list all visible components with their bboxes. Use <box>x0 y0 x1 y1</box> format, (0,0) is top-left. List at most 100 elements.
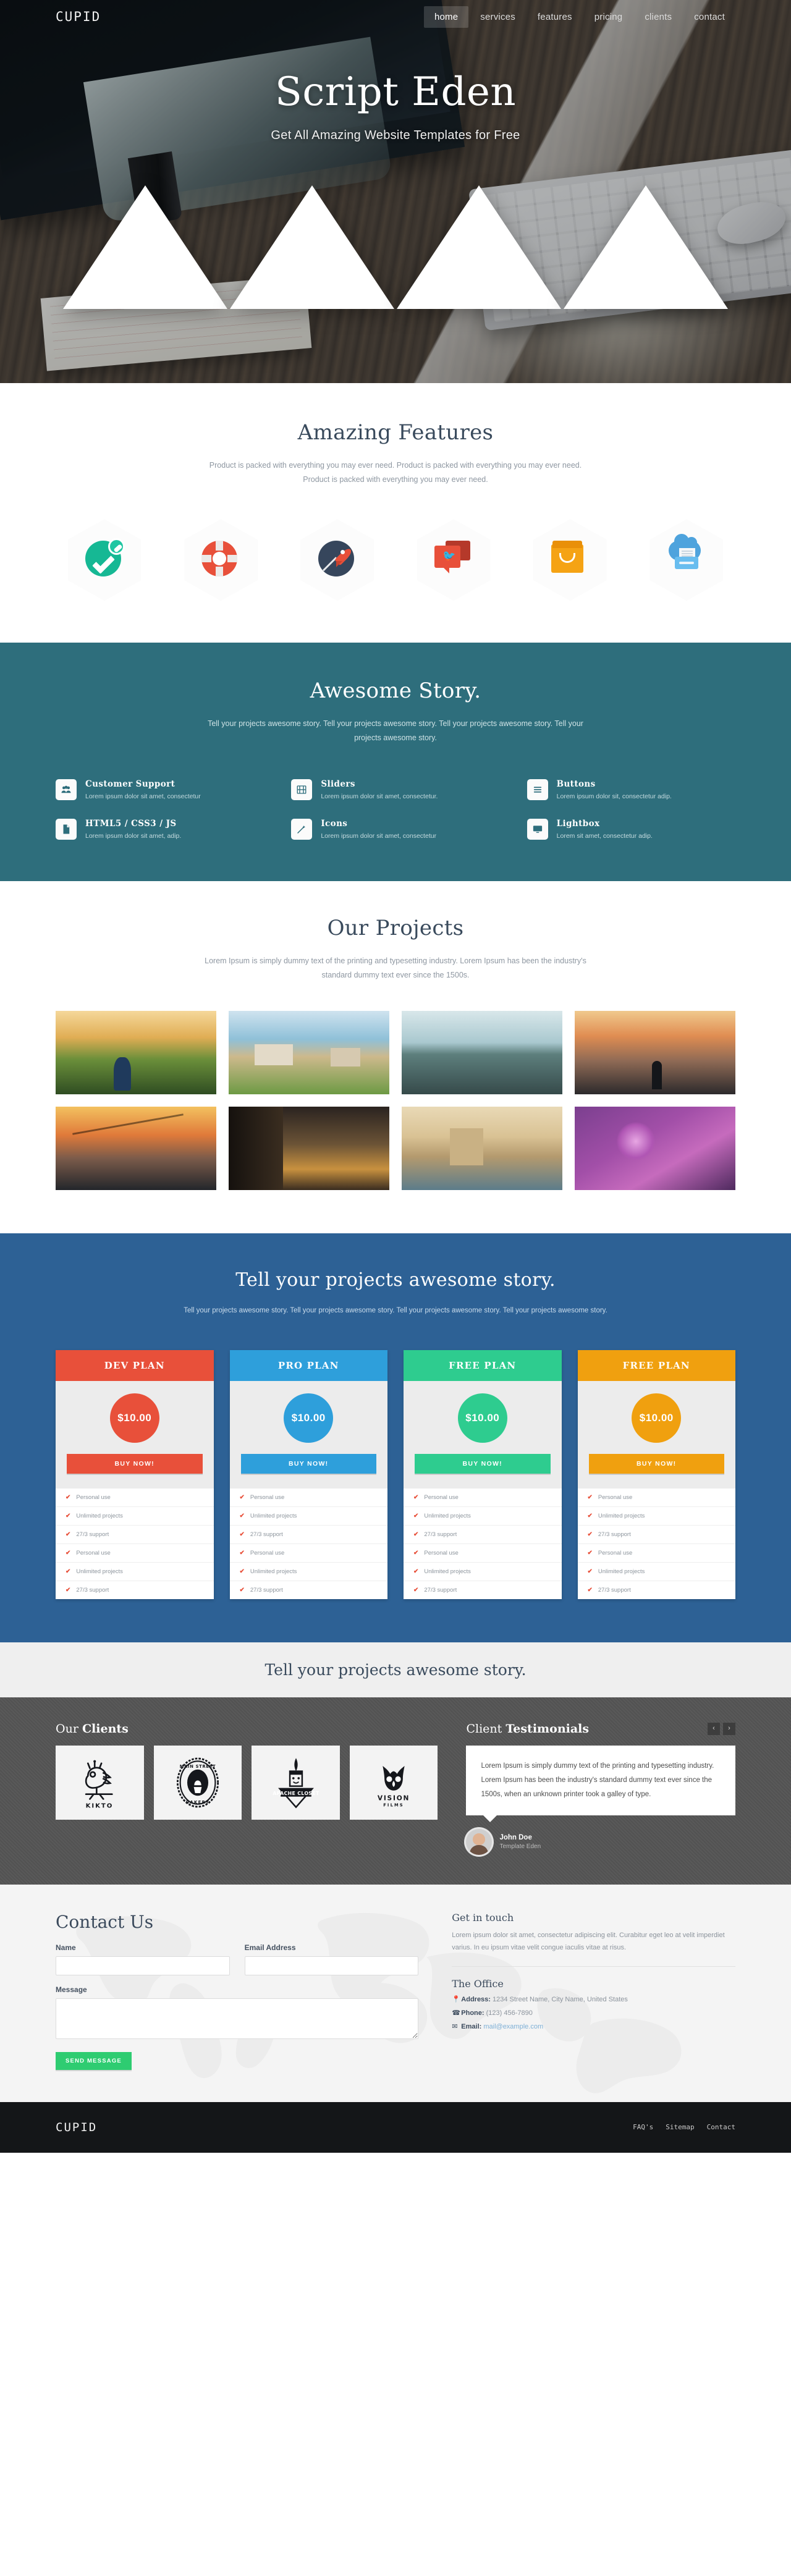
testimonial-next-button[interactable]: › <box>722 1722 735 1735</box>
check-icon: ✔ <box>587 1531 593 1538</box>
email-link[interactable]: mail@example.com <box>483 2023 543 2030</box>
features-title: Amazing Features <box>297 420 494 445</box>
story-item-icons[interactable]: Icons Lorem ipsum dolor sit amet, consec… <box>291 819 499 842</box>
check-icon: ✔ <box>66 1586 71 1594</box>
plan-feature: ✔ Personal use <box>56 1544 214 1563</box>
story-item-html5-css3-js[interactable]: HTML5 / CSS3 / JS Lorem ipsum dolor sit … <box>56 819 264 842</box>
feature-hex-6[interactable] <box>649 519 723 601</box>
send-message-button[interactable]: SEND MESSAGE <box>56 2051 132 2070</box>
office-title: The Office <box>452 1978 504 1990</box>
magic-wand-icon <box>291 819 313 840</box>
buy-now-button[interactable]: BUY NOW! <box>67 1453 203 1474</box>
nav-item-services[interactable]: services <box>470 6 526 28</box>
author-role: Template Eden <box>499 1843 541 1850</box>
plan-feature: ✔ 27/3 support <box>413 1586 457 1594</box>
story-item-title: Customer Support <box>85 779 176 789</box>
message-textarea[interactable] <box>56 1998 419 2039</box>
project-ancient-columns[interactable] <box>229 1107 389 1191</box>
email-input[interactable] <box>244 1956 419 1975</box>
story-item-lightbox[interactable]: Lightbox Lorem sit amet, consectetur adi… <box>527 819 735 842</box>
main-street-bakery-logo[interactable]: MAIN STREET BAKERY <box>153 1745 242 1820</box>
story-item-desc: Lorem ipsum dolor sit amet, consectetur. <box>321 792 438 800</box>
plan-feature-list: ✔ Personal use ✔ Unlimited projects ✔ 27/3 … <box>229 1489 387 1599</box>
plan-feature: ✔ Unlimited projects <box>577 1507 735 1526</box>
features-section: Amazing Features Product is packed with … <box>0 383 791 643</box>
check-icon: ✔ <box>587 1586 593 1594</box>
project-seaside-village[interactable] <box>229 1011 389 1095</box>
project-purple-flowers[interactable] <box>575 1107 735 1191</box>
contact-section: Contact Us Name Email Address Message SE… <box>0 1884 791 2102</box>
nav-item-clients[interactable]: clients <box>634 6 682 28</box>
buy-now-button[interactable]: BUY NOW! <box>588 1453 724 1474</box>
nav-item-features[interactable]: features <box>527 6 583 28</box>
project-airplane-runway[interactable] <box>56 1107 216 1191</box>
feature-hex-1[interactable] <box>68 519 141 601</box>
name-input[interactable] <box>56 1956 230 1975</box>
nav-item-contact[interactable]: contact <box>683 6 735 28</box>
office-email: ✉ Email: mail@example.com <box>452 2023 544 2031</box>
office-address: 📍 Address: 1234 Street Name, City Name, … <box>452 1996 628 2004</box>
office-details-list: 📍 Address: 1234 Street Name, City Name, … <box>452 1995 735 2030</box>
story-item-buttons[interactable]: Buttons Lorem ipsum dolor sit, consectet… <box>527 779 735 802</box>
plan-feature: ✔ 27/3 support <box>229 1526 387 1544</box>
rocket-icon <box>318 541 357 579</box>
kikto-logo[interactable]: KIKTO <box>56 1745 144 1820</box>
check-icon: ✔ <box>66 1568 71 1575</box>
slider-triangle-2[interactable] <box>230 185 394 309</box>
mid-band-section: Tell your projects awesome story. <box>0 1642 791 1697</box>
check-icon: ✔ <box>239 1568 245 1575</box>
plan-feature: ✔ Unlimited projects <box>56 1563 214 1581</box>
footer-link-sitemap[interactable]: Sitemap <box>666 2123 694 2131</box>
mid-band-title: Tell your projects awesome story. <box>264 1660 527 1679</box>
project-lake-shore[interactable] <box>402 1011 562 1095</box>
nav-item-home[interactable]: home <box>423 6 469 28</box>
apache-closet-logo[interactable]: APACHE CLOSET <box>252 1745 340 1820</box>
vision-films-logo[interactable]: VISION FILMS <box>349 1745 438 1820</box>
testimonial-prev-button[interactable]: ‹ <box>707 1722 720 1735</box>
story-item-sliders[interactable]: Sliders Lorem ipsum dolor sit amet, cons… <box>291 779 499 802</box>
project-desert-rocks[interactable] <box>402 1107 562 1191</box>
story-feature-grid: Customer Support Lorem ipsum dolor sit a… <box>56 779 735 842</box>
project-person-sunset[interactable] <box>575 1011 735 1095</box>
project-girl-in-field[interactable] <box>56 1011 216 1095</box>
plan-feature: ✔ Unlimited projects <box>229 1563 387 1581</box>
plan-feature: ✔ Unlimited projects <box>229 1507 387 1526</box>
feature-hex-2[interactable] <box>184 519 258 601</box>
nav-item-pricing[interactable]: pricing <box>584 6 633 28</box>
feature-hex-4[interactable]: 🐦 <box>417 519 491 601</box>
site-logo[interactable]: CUPID <box>56 9 101 24</box>
slider-triangle-3[interactable] <box>397 185 561 309</box>
footer-logo[interactable]: CUPID <box>56 2121 97 2134</box>
hero-triangle-slider[interactable] <box>0 185 791 309</box>
plan-feature: ✔ Personal use <box>577 1489 735 1507</box>
author-name: John Doe <box>499 1833 532 1841</box>
slider-triangle-4[interactable] <box>564 185 728 309</box>
avatar <box>466 1828 493 1855</box>
story-item-customer-support[interactable]: Customer Support Lorem ipsum dolor sit a… <box>56 779 264 802</box>
check-icon: ✔ <box>587 1568 593 1575</box>
slider-triangle-1[interactable] <box>63 185 227 309</box>
check-icon: ✔ <box>413 1531 419 1538</box>
page-footer: CUPID FAQ's Sitemap Contact <box>0 2101 791 2153</box>
story-item-desc: Lorem ipsum dolor sit amet, consectetur <box>321 832 437 840</box>
testimonials-arrows: ‹ › <box>707 1722 735 1735</box>
client-logo-grid: KIKTO MAIN STREET BAKERY APACHE CLOSET V… <box>56 1745 438 1820</box>
buy-now-button[interactable]: BUY NOW! <box>415 1453 551 1474</box>
map-pin-icon: 📍 <box>452 1996 460 2004</box>
lifebuoy-icon <box>201 541 240 579</box>
main-menu: home services features pricing clients c… <box>423 6 735 28</box>
plan-feature: ✔ Personal use <box>577 1544 735 1563</box>
office-phone: ☎ Phone: (123) 456-7890 <box>452 2009 533 2017</box>
feature-hex-3[interactable] <box>300 519 374 601</box>
footer-link-contact[interactable]: Contact <box>707 2123 735 2131</box>
pricing-plans: DEV PLAN $10.00 BUY NOW! ✔ Personal use ✔… <box>56 1349 735 1599</box>
plan-feature: ✔ 27/3 support <box>66 1586 109 1594</box>
plan-price: $10.00 <box>457 1393 507 1443</box>
check-icon: ✔ <box>66 1493 71 1501</box>
plan-feature: ✔ Unlimited projects <box>577 1563 735 1581</box>
buy-now-button[interactable]: BUY NOW! <box>240 1453 376 1474</box>
email-field-group: Email Address <box>244 1943 419 1975</box>
divider <box>452 1966 735 1967</box>
footer-link-faqs[interactable]: FAQ's <box>633 2123 653 2131</box>
feature-hex-5[interactable] <box>533 519 607 601</box>
